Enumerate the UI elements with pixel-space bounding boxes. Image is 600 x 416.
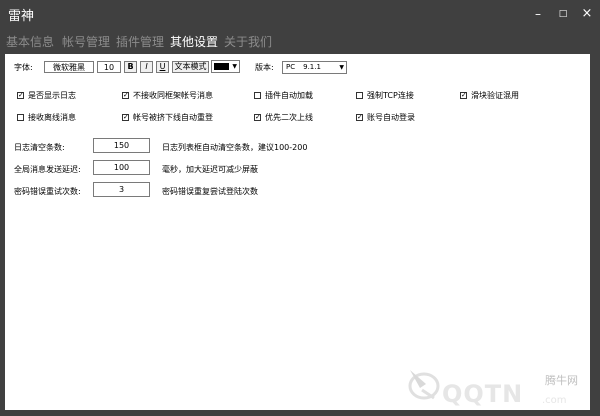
check-icon: ✓ — [123, 91, 129, 99]
checkbox-auto-load-plugins[interactable] — [254, 92, 261, 99]
checkbox-auto-login[interactable]: ✓ — [356, 114, 363, 121]
version-platform: PC — [286, 63, 296, 71]
send-delay-hint: 毫秒，加大延迟可减少屏蔽 — [162, 165, 258, 174]
checkbox-offline-messages[interactable] — [17, 114, 24, 121]
option-priority-second-online-label: 优先二次上线 — [265, 113, 313, 122]
color-picker[interactable]: ▼ — [211, 60, 240, 73]
italic-button[interactable]: I — [140, 61, 153, 73]
text-mode-button[interactable]: 文本模式 — [172, 61, 209, 73]
tab-basic-info[interactable]: 基本信息 — [6, 33, 54, 50]
color-swatch — [214, 63, 229, 70]
log-clear-count-hint: 日志列表框自动清空条数，建议100-200 — [162, 143, 308, 152]
password-retry-hint: 密码错误重复尝试登陆次数 — [162, 187, 258, 196]
checkbox-slider-verify[interactable]: ✓ — [460, 92, 467, 99]
option-auto-login-label: 账号自动登录 — [367, 113, 415, 122]
version-number: 9.1.1 — [303, 63, 321, 71]
send-delay-label: 全局消息发送延迟: — [14, 165, 81, 174]
version-label: 版本: — [255, 63, 274, 72]
check-icon: ✓ — [255, 113, 261, 121]
settings-panel: 字体: 微软雅黑 10 B I U 文本模式 ▼ 版本: PC 9.1.1 ▼ ✓… — [5, 54, 590, 410]
qqtn-logo-icon — [408, 370, 440, 400]
title-bar[interactable]: 雷神 – □ × — [0, 0, 600, 28]
watermark-site-name: 腾牛网 — [545, 374, 578, 387]
password-retry-label: 密码错误重试次数: — [14, 187, 81, 196]
dropdown-arrow-icon: ▼ — [232, 63, 237, 70]
tab-other-settings[interactable]: 其他设置 — [170, 33, 218, 50]
log-clear-count-label: 日志清空条数: — [14, 143, 65, 152]
maximize-button[interactable]: □ — [555, 6, 571, 22]
check-icon: ✓ — [357, 113, 363, 121]
option-auto-load-plugins-label: 插件自动加载 — [265, 91, 313, 100]
font-name-field[interactable]: 微软雅黑 — [44, 61, 94, 73]
font-label: 字体: — [14, 63, 33, 72]
option-offline-messages-label: 接收离线消息 — [28, 113, 76, 122]
version-select[interactable]: PC 9.1.1 ▼ — [282, 61, 347, 74]
option-force-tcp-label: 强制TCP连接 — [367, 91, 414, 100]
underline-button[interactable]: U — [156, 61, 169, 73]
option-auto-relogin-label: 帐号被挤下线自动重登 — [133, 113, 213, 122]
watermark-logo: QQTN — [442, 380, 524, 408]
minimize-button[interactable]: – — [530, 6, 546, 22]
tab-account-management[interactable]: 帐号管理 — [62, 33, 110, 50]
check-icon: ✓ — [461, 91, 467, 99]
dropdown-arrow-icon: ▼ — [339, 64, 344, 71]
password-retry-input[interactable]: 3 — [93, 182, 150, 197]
checkbox-force-tcp[interactable] — [356, 92, 363, 99]
app-window: 雷神 – □ × 基本信息 帐号管理 插件管理 其他设置 关于我们 字体: 微软… — [0, 0, 600, 416]
option-ignore-same-frame-label: 不接收同框架帐号消息 — [133, 91, 213, 100]
tab-about-us[interactable]: 关于我们 — [224, 33, 272, 50]
check-icon: ✓ — [18, 91, 24, 99]
checkbox-priority-second-online[interactable]: ✓ — [254, 114, 261, 121]
checkbox-auto-relogin[interactable]: ✓ — [122, 114, 129, 121]
bold-button[interactable]: B — [124, 61, 137, 73]
font-size-field[interactable]: 10 — [97, 61, 121, 73]
window-title: 雷神 — [8, 9, 35, 24]
checkbox-show-log[interactable]: ✓ — [17, 92, 24, 99]
checkbox-ignore-same-frame[interactable]: ✓ — [122, 92, 129, 99]
watermark-domain: .com — [542, 395, 567, 406]
log-clear-count-input[interactable]: 150 — [93, 138, 150, 153]
send-delay-input[interactable]: 100 — [93, 160, 150, 175]
option-slider-verify-label: 滑块验证混用 — [471, 91, 519, 100]
option-show-log-label: 是否显示日志 — [28, 91, 76, 100]
tab-plugin-management[interactable]: 插件管理 — [116, 33, 164, 50]
close-button[interactable]: × — [579, 6, 595, 22]
check-icon: ✓ — [123, 113, 129, 121]
